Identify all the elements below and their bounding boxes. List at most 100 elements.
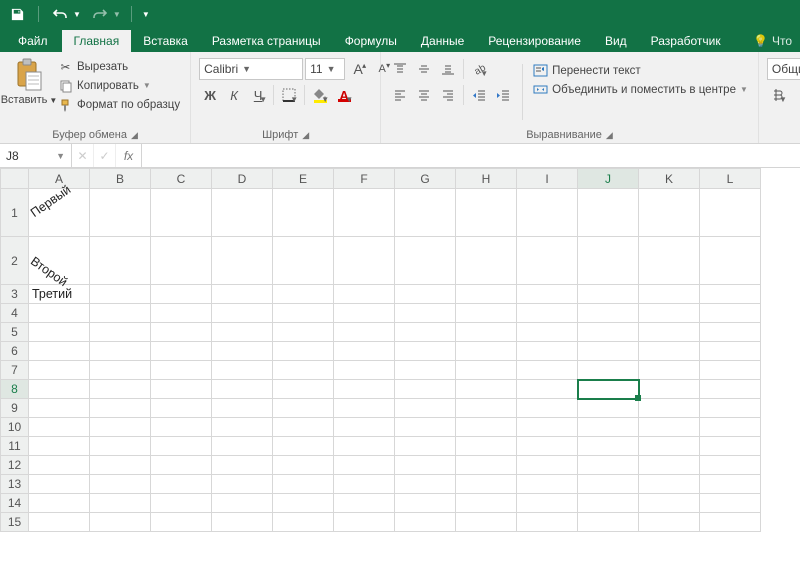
- save-icon[interactable]: [6, 3, 28, 25]
- cell[interactable]: [517, 456, 578, 475]
- cell[interactable]: [456, 380, 517, 399]
- cell[interactable]: [517, 494, 578, 513]
- cell[interactable]: [273, 456, 334, 475]
- cell[interactable]: [578, 456, 639, 475]
- cell[interactable]: [700, 399, 761, 418]
- cell[interactable]: [700, 189, 761, 237]
- cell[interactable]: [212, 304, 273, 323]
- cell[interactable]: [212, 456, 273, 475]
- column-header[interactable]: D: [212, 169, 273, 189]
- cell[interactable]: [90, 342, 151, 361]
- cell[interactable]: [456, 494, 517, 513]
- cell[interactable]: [578, 237, 639, 285]
- column-header[interactable]: B: [90, 169, 151, 189]
- cell[interactable]: [639, 418, 700, 437]
- cell[interactable]: [273, 513, 334, 532]
- cell[interactable]: [29, 380, 90, 399]
- cell[interactable]: [212, 494, 273, 513]
- row-header[interactable]: 3: [1, 285, 29, 304]
- dialog-launcher-icon[interactable]: ◢: [606, 130, 613, 141]
- worksheet-grid[interactable]: ABCDEFGHIJKL1Первый2Второй3Третий4567891…: [0, 168, 800, 565]
- cell[interactable]: [151, 304, 212, 323]
- cell[interactable]: [700, 513, 761, 532]
- cell[interactable]: [212, 285, 273, 304]
- cell[interactable]: [334, 304, 395, 323]
- cell[interactable]: [700, 380, 761, 399]
- select-all-corner[interactable]: [1, 169, 29, 189]
- cell[interactable]: [334, 494, 395, 513]
- cell[interactable]: [395, 418, 456, 437]
- row-header[interactable]: 2: [1, 237, 29, 285]
- cell[interactable]: [334, 475, 395, 494]
- cell[interactable]: [151, 437, 212, 456]
- cell[interactable]: [395, 342, 456, 361]
- row-header[interactable]: 15: [1, 513, 29, 532]
- cell[interactable]: [456, 513, 517, 532]
- column-header[interactable]: I: [517, 169, 578, 189]
- cell[interactable]: [456, 475, 517, 494]
- cell[interactable]: [212, 342, 273, 361]
- cell[interactable]: [29, 456, 90, 475]
- cell[interactable]: [273, 189, 334, 237]
- cell[interactable]: [151, 342, 212, 361]
- cancel-formula-icon[interactable]: ✕: [72, 144, 94, 167]
- cell[interactable]: [151, 513, 212, 532]
- cell[interactable]: [90, 494, 151, 513]
- cell[interactable]: [395, 304, 456, 323]
- cell[interactable]: [273, 237, 334, 285]
- paste-button[interactable]: Вставить▼: [8, 56, 50, 127]
- cell[interactable]: [639, 399, 700, 418]
- cell[interactable]: [639, 361, 700, 380]
- cell[interactable]: [456, 285, 517, 304]
- tab-view[interactable]: Вид: [593, 30, 639, 52]
- cell[interactable]: [639, 475, 700, 494]
- cell[interactable]: [212, 237, 273, 285]
- cell[interactable]: [151, 475, 212, 494]
- dialog-launcher-icon[interactable]: ◢: [131, 130, 138, 141]
- redo-icon[interactable]: [89, 3, 111, 25]
- cell[interactable]: [273, 342, 334, 361]
- cell[interactable]: [29, 475, 90, 494]
- cell[interactable]: [700, 323, 761, 342]
- cell[interactable]: [456, 437, 517, 456]
- tab-page-layout[interactable]: Разметка страницы: [200, 30, 333, 52]
- cell[interactable]: [334, 342, 395, 361]
- tab-home[interactable]: Главная: [62, 30, 132, 52]
- cell[interactable]: Второй: [29, 237, 90, 285]
- increase-font-icon[interactable]: A▴: [347, 58, 369, 80]
- cell[interactable]: [273, 323, 334, 342]
- cell[interactable]: [456, 361, 517, 380]
- undo-dropdown-icon[interactable]: ▼: [73, 10, 81, 19]
- cell[interactable]: [29, 323, 90, 342]
- cell[interactable]: [273, 475, 334, 494]
- copy-button[interactable]: Копировать▼: [56, 77, 182, 94]
- column-header[interactable]: L: [700, 169, 761, 189]
- cell[interactable]: [334, 456, 395, 475]
- cell[interactable]: [90, 399, 151, 418]
- cell[interactable]: [334, 361, 395, 380]
- cell[interactable]: [273, 418, 334, 437]
- italic-button[interactable]: К: [223, 84, 245, 106]
- column-header[interactable]: C: [151, 169, 212, 189]
- cell[interactable]: [334, 380, 395, 399]
- cell[interactable]: [151, 189, 212, 237]
- cell[interactable]: [395, 361, 456, 380]
- cell[interactable]: [151, 494, 212, 513]
- tab-insert[interactable]: Вставка: [131, 30, 200, 52]
- cell[interactable]: [273, 437, 334, 456]
- cell[interactable]: [456, 399, 517, 418]
- cell[interactable]: [273, 285, 334, 304]
- align-top-icon[interactable]: [389, 58, 411, 80]
- cell[interactable]: [639, 456, 700, 475]
- cell[interactable]: [273, 361, 334, 380]
- cell[interactable]: [90, 323, 151, 342]
- cell[interactable]: Первый: [29, 189, 90, 237]
- cell[interactable]: [456, 418, 517, 437]
- cell[interactable]: [90, 189, 151, 237]
- row-header[interactable]: 11: [1, 437, 29, 456]
- align-right-icon[interactable]: [437, 84, 459, 106]
- cell[interactable]: [273, 399, 334, 418]
- cell[interactable]: [212, 189, 273, 237]
- row-header[interactable]: 9: [1, 399, 29, 418]
- cell[interactable]: [29, 342, 90, 361]
